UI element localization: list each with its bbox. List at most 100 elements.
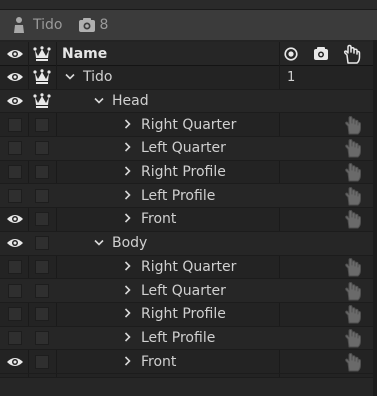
visibility-toggle[interactable]	[4, 184, 26, 207]
layer-name[interactable]: Right Profile	[121, 161, 226, 184]
layer-row[interactable]: Front	[0, 350, 377, 374]
hand-icon[interactable]	[342, 137, 364, 160]
layer-label: Right Quarter	[141, 258, 237, 275]
crown-toggle[interactable]	[30, 161, 54, 184]
crown-toggle[interactable]	[30, 137, 54, 160]
layer-name[interactable]: Front	[121, 350, 176, 373]
chevron-right-icon[interactable]	[121, 283, 135, 299]
layer-row[interactable]: Left Profile	[0, 326, 377, 351]
chevron-down-icon[interactable]	[92, 235, 106, 251]
chevron-right-icon[interactable]	[121, 211, 135, 227]
hand-icon[interactable]	[342, 327, 364, 350]
eye-icon[interactable]	[4, 350, 26, 373]
crown-toggle[interactable]	[30, 256, 54, 279]
layer-row[interactable]: Body	[0, 231, 377, 256]
top-strip	[0, 0, 377, 10]
chevron-right-icon[interactable]	[121, 306, 135, 322]
layer-name[interactable]: Left Profile	[121, 327, 215, 350]
layer-label: Right Profile	[141, 306, 226, 323]
hand-icon[interactable]	[342, 279, 364, 302]
name-column-header[interactable]: Name	[62, 42, 107, 65]
crown-icon[interactable]	[30, 42, 54, 65]
hand-icon[interactable]	[342, 350, 364, 373]
crown-toggle[interactable]	[30, 279, 54, 302]
layer-label: Front	[141, 211, 177, 228]
layer-row[interactable]: Tido 1	[0, 66, 377, 90]
crown-toggle[interactable]	[30, 303, 54, 326]
hand-icon[interactable]	[342, 184, 364, 207]
chevron-right-icon[interactable]	[121, 117, 135, 133]
layer-label: Right Quarter	[141, 116, 237, 133]
visibility-toggle[interactable]	[4, 161, 26, 184]
layer-value	[281, 232, 311, 255]
camera-icon[interactable]	[313, 42, 329, 65]
hand-icon[interactable]	[342, 208, 364, 231]
chevron-right-icon[interactable]	[121, 164, 135, 180]
layer-value	[281, 184, 311, 207]
layer-label: Head	[112, 93, 149, 110]
visibility-toggle[interactable]	[4, 137, 26, 160]
crown-toggle[interactable]	[30, 327, 54, 350]
layer-name[interactable]: Left Quarter	[121, 279, 226, 302]
crown-icon[interactable]	[30, 66, 54, 89]
crown-toggle[interactable]	[30, 113, 54, 136]
layer-row[interactable]: Head	[0, 89, 377, 114]
visibility-toggle[interactable]	[4, 327, 26, 350]
puppet-icon	[12, 16, 26, 34]
puppet-title-bar: Tido 8	[0, 10, 377, 40]
layer-name[interactable]: Right Profile	[121, 303, 226, 326]
layer-row[interactable]: Left Quarter	[0, 137, 377, 161]
layer-name[interactable]: Right Quarter	[121, 256, 236, 279]
hand-icon[interactable]	[342, 256, 364, 279]
layer-row[interactable]: Right Profile	[0, 303, 377, 327]
visibility-toggle[interactable]	[4, 279, 26, 302]
layer-row[interactable]: Left Quarter	[0, 279, 377, 303]
crown-toggle[interactable]	[30, 350, 54, 373]
eye-icon[interactable]	[4, 232, 26, 255]
layer-row[interactable]: Right Quarter	[0, 113, 377, 138]
crown-toggle[interactable]	[30, 232, 54, 255]
crown-toggle[interactable]	[30, 184, 54, 207]
chevron-down-icon[interactable]	[63, 69, 77, 85]
layer-name[interactable]: Head	[92, 90, 149, 113]
panel-footer	[0, 377, 377, 396]
layer-row[interactable]: Right Quarter	[0, 256, 377, 280]
layer-name[interactable]: Tido	[63, 66, 112, 89]
chevron-right-icon[interactable]	[121, 259, 135, 275]
layer-name[interactable]: Left Quarter	[121, 137, 226, 160]
visibility-toggle[interactable]	[4, 113, 26, 136]
layer-row[interactable]: Right Profile	[0, 161, 377, 185]
chevron-right-icon[interactable]	[121, 188, 135, 204]
chevron-down-icon[interactable]	[92, 93, 106, 109]
layer-name[interactable]: Left Profile	[121, 184, 215, 207]
eye-icon[interactable]	[4, 42, 26, 65]
layer-value	[281, 350, 311, 373]
record-icon[interactable]	[284, 42, 298, 65]
crown-toggle[interactable]	[30, 208, 54, 231]
layer-row[interactable]: Left Profile	[0, 184, 377, 209]
chevron-right-icon[interactable]	[121, 140, 135, 156]
chevron-right-icon[interactable]	[121, 330, 135, 346]
layer-value	[281, 161, 311, 184]
visibility-toggle[interactable]	[4, 256, 26, 279]
layer-name[interactable]: Right Quarter	[121, 113, 236, 136]
hand-icon[interactable]	[342, 113, 364, 136]
layer-name[interactable]: Body	[92, 232, 147, 255]
visibility-toggle[interactable]	[4, 303, 26, 326]
hand-icon[interactable]	[342, 303, 364, 326]
layer-name[interactable]: Front	[121, 208, 176, 231]
layer-label: Body	[112, 235, 148, 252]
crown-icon[interactable]	[30, 90, 54, 113]
eye-icon[interactable]	[4, 66, 26, 89]
layer-label: Tido	[83, 69, 113, 86]
layer-value	[281, 279, 311, 302]
eye-icon[interactable]	[4, 90, 26, 113]
eye-icon[interactable]	[4, 208, 26, 231]
layer-value	[281, 137, 311, 160]
hand-icon[interactable]	[343, 42, 361, 65]
layer-row[interactable]: Front	[0, 208, 377, 232]
layer-label: Left Profile	[141, 329, 216, 346]
layer-value	[281, 90, 311, 113]
hand-icon[interactable]	[342, 161, 364, 184]
chevron-right-icon[interactable]	[121, 354, 135, 370]
